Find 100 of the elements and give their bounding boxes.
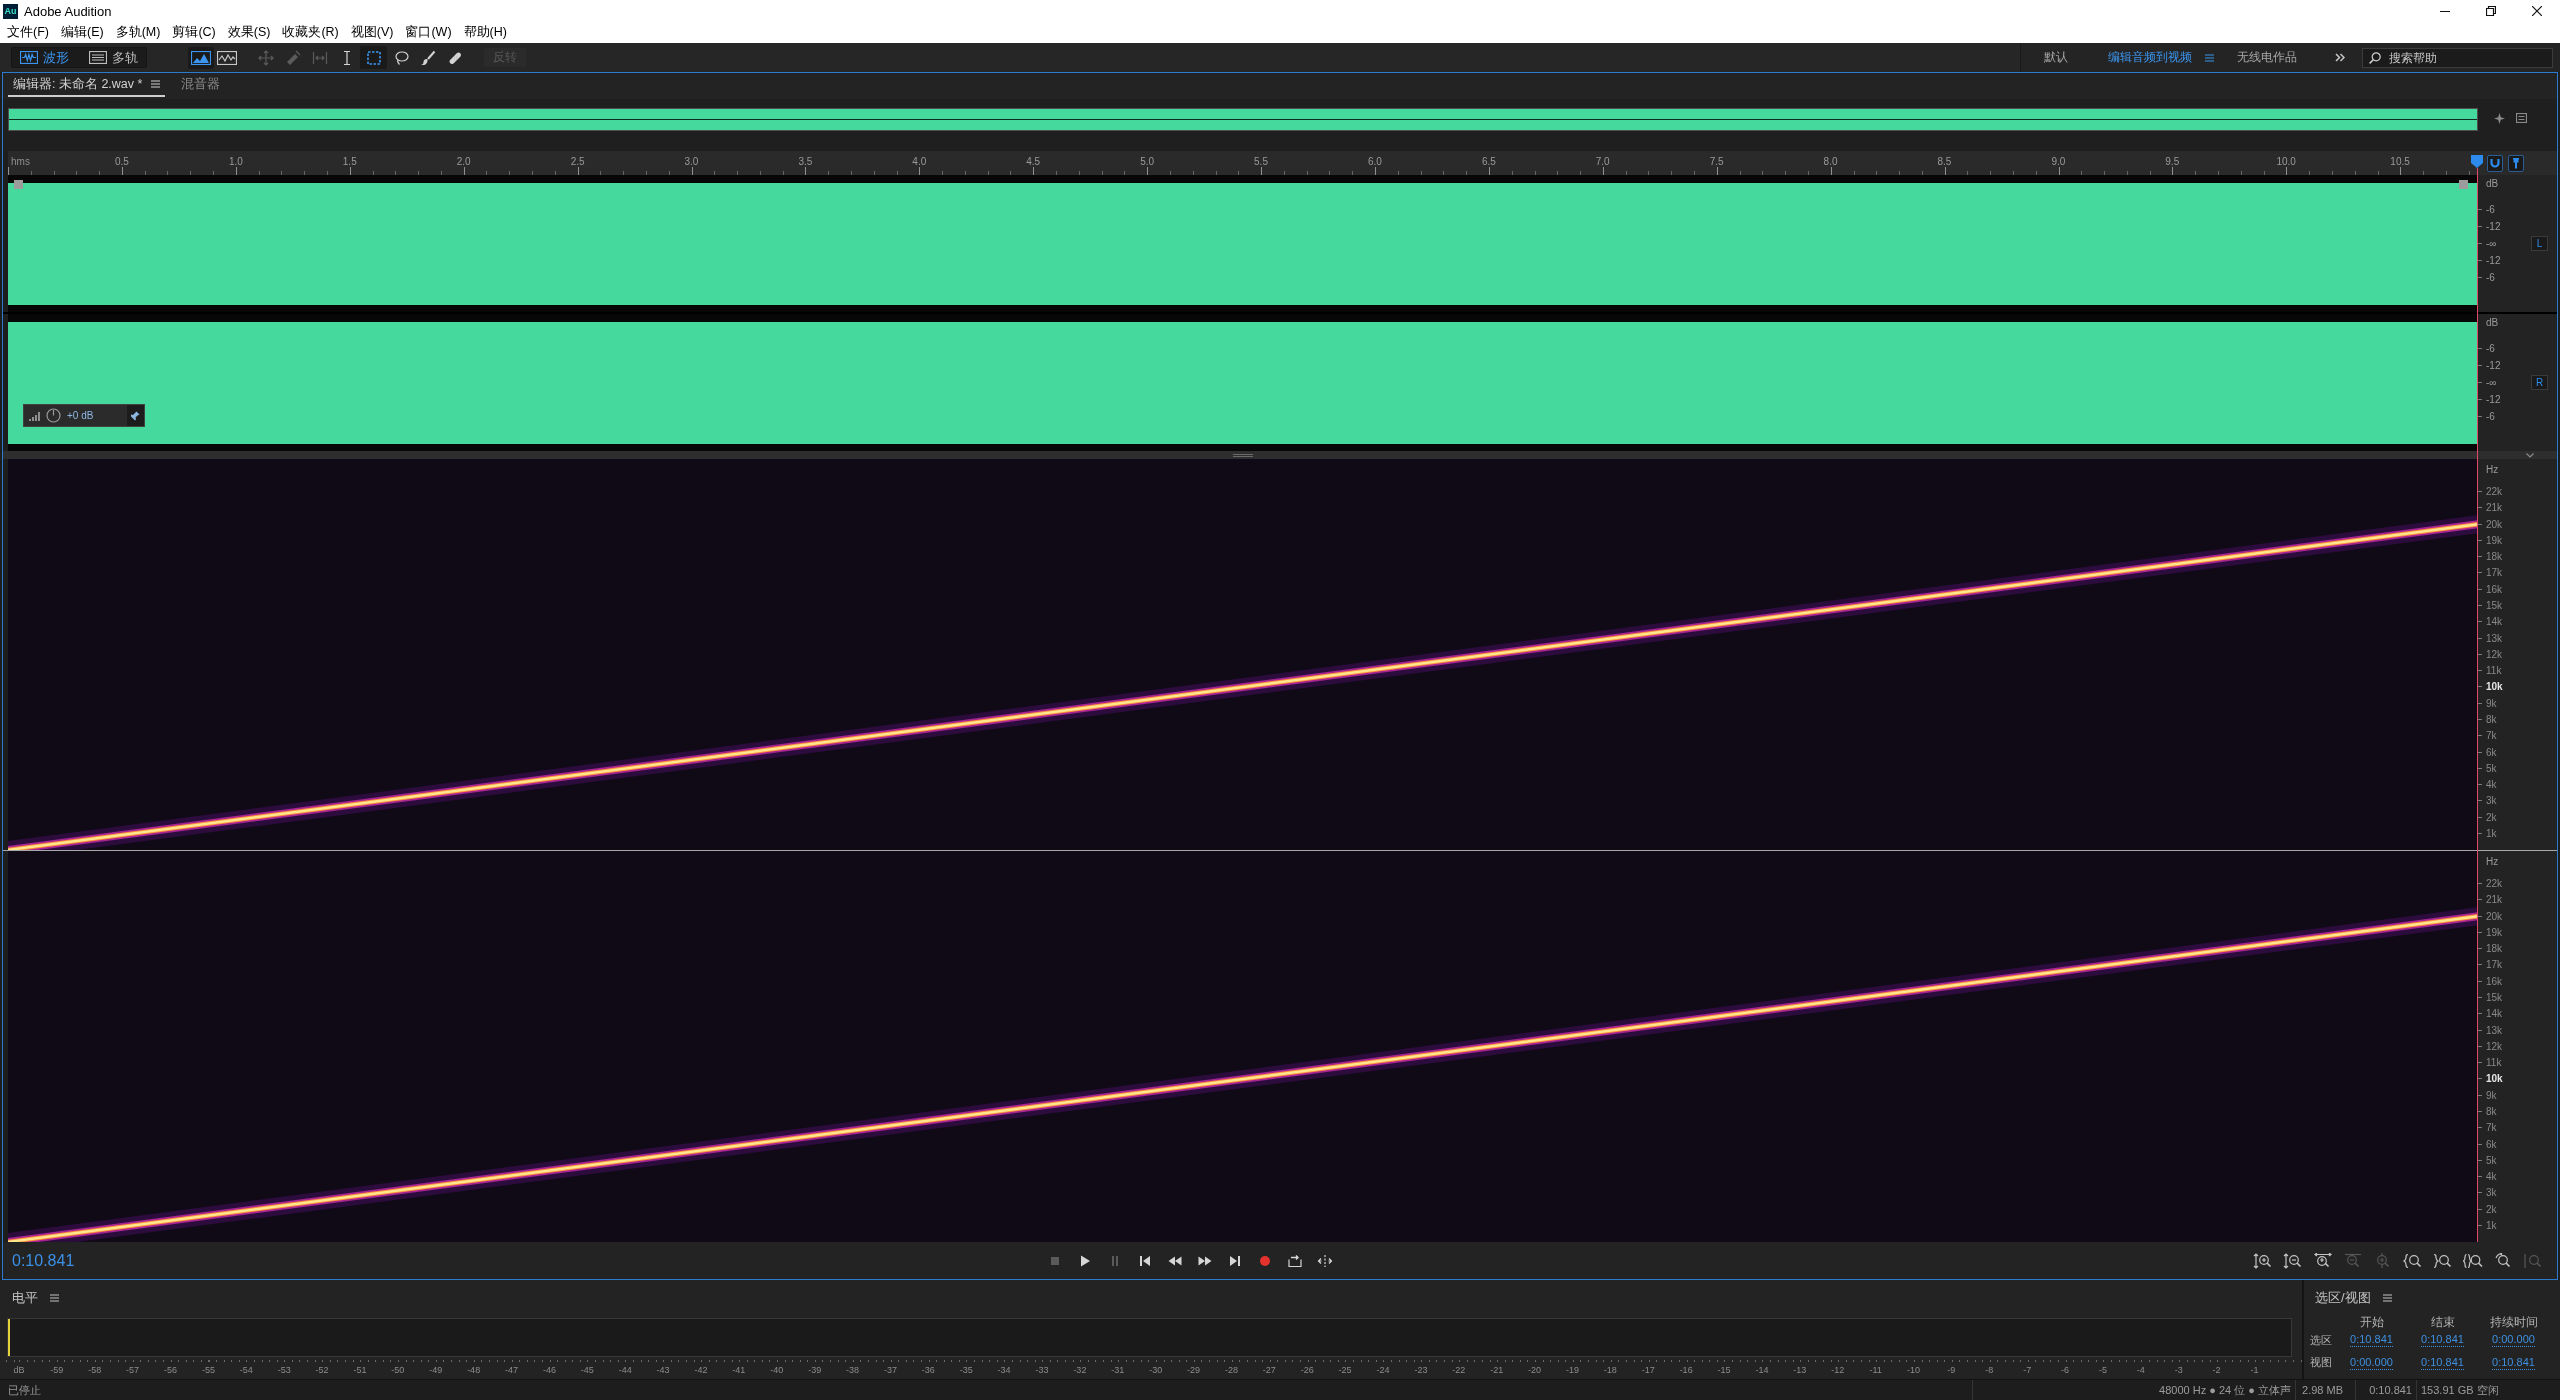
frequency-label: 5k	[2478, 760, 2557, 777]
frequency-label: 21k	[2478, 499, 2557, 516]
db-label: -6	[2478, 269, 2531, 287]
move-arrows-icon	[257, 49, 274, 66]
menu-icon	[2205, 53, 2214, 62]
time-label: 2.5	[569, 155, 586, 167]
workspace-tab[interactable]: 编辑音频到视频	[2088, 46, 2212, 69]
frequency-label: 6k	[2478, 743, 2557, 761]
tracks-icon	[89, 51, 107, 64]
menu-item[interactable]: 效果(S)	[221, 24, 277, 41]
brush-icon	[419, 49, 436, 66]
workspace-tab[interactable]: 默认	[2024, 46, 2088, 69]
frequency-label: 12k	[2478, 1038, 2557, 1055]
db-label: -12	[2478, 252, 2531, 270]
workspace-tab[interactable]: 无线电作品	[2217, 46, 2317, 69]
search-field[interactable]: 搜索帮助	[2362, 47, 2553, 68]
file-size: 2.98 MB	[2302, 1384, 2343, 1396]
level-scale-label: -32	[1072, 1364, 1088, 1376]
menu-item[interactable]: 视图(V)	[344, 24, 400, 41]
pin-button[interactable]	[2508, 154, 2524, 172]
level-scale-label: -30	[1148, 1364, 1164, 1376]
level-scale-label: -7	[2022, 1364, 2033, 1376]
magnifier-minus-icon	[2283, 1252, 2303, 1269]
column-header: 持续时间	[2488, 1313, 2539, 1331]
time-value[interactable]: 0:10.841	[2421, 1333, 2464, 1347]
fade-in-handle[interactable]	[14, 180, 23, 189]
level-scale-label: -45	[579, 1364, 595, 1376]
minimize-icon	[2440, 10, 2450, 12]
playhead-handle[interactable]	[2471, 155, 2483, 168]
level-scale-label: -57	[125, 1364, 141, 1376]
frequency-label: 14k	[2478, 1005, 2557, 1022]
time-value[interactable]: 0:00.000	[2492, 1333, 2535, 1347]
level-scale-label: -41	[731, 1364, 747, 1376]
frequency-label: 12k	[2478, 646, 2557, 663]
editor-tab[interactable]: 编辑器: 未命名 2.wav *	[8, 73, 166, 97]
snap-button[interactable]	[2487, 154, 2503, 172]
time-value[interactable]: 0:10.841	[2421, 1355, 2464, 1370]
time-label: 4.5	[1025, 155, 1042, 167]
level-scale-label: -33	[1034, 1364, 1050, 1376]
menu-item[interactable]: 窗口(W)	[399, 24, 458, 41]
level-scale-label: -17	[1640, 1364, 1656, 1376]
fade-out-handle[interactable]	[2459, 180, 2468, 189]
close-icon	[2532, 6, 2542, 16]
frequency-label: 21k	[2478, 891, 2557, 908]
menu-item[interactable]: 多轨(M)	[109, 24, 167, 41]
level-scale-label: -29	[1186, 1364, 1202, 1376]
db-label: -12	[2478, 356, 2531, 374]
menu-item[interactable]: 帮助(H)	[457, 24, 513, 41]
pin-icon	[2512, 157, 2520, 169]
magnifier-plus-icon	[2313, 1252, 2333, 1269]
menu-item[interactable]: 编辑(E)	[54, 24, 110, 41]
resize-handle[interactable]	[1233, 453, 1253, 457]
time-label: 8.5	[1936, 155, 1953, 167]
db-label: -12	[2478, 217, 2531, 235]
duration: 0:10.841	[2369, 1384, 2412, 1396]
overview-waveform[interactable]	[8, 108, 2478, 131]
restore-icon	[2486, 6, 2496, 16]
menu-item[interactable]: 文件(F)	[1, 24, 55, 41]
pin-button[interactable]	[127, 405, 144, 426]
marquee-tool-button[interactable]	[360, 46, 387, 69]
frequency-label: 7k	[2478, 1119, 2557, 1136]
frequency-label: 17k	[2478, 956, 2557, 974]
channel-badge[interactable]: L	[2531, 236, 2548, 251]
frequency-label: 5k	[2478, 1152, 2557, 1169]
frequency-label: 1k	[2478, 1217, 2557, 1234]
menu-icon	[2382, 1294, 2392, 1302]
time-label: 3.0	[683, 155, 700, 167]
frequency-label: 17k	[2478, 564, 2557, 582]
level-scale-label: -13	[1792, 1364, 1808, 1376]
channel-badge[interactable]: R	[2531, 375, 2548, 390]
frequency-label: 19k	[2478, 532, 2557, 549]
mode-tab[interactable]: 波形	[14, 48, 75, 67]
time-label: 0.5	[114, 155, 130, 167]
frequency-label: 7k	[2478, 727, 2557, 744]
mode-tab[interactable]: 多轨	[83, 48, 144, 67]
time-value[interactable]: 0:10.841	[2350, 1333, 2393, 1347]
time-value[interactable]: 0:10.841	[2492, 1355, 2535, 1370]
spectral-frequency-button[interactable]	[188, 46, 214, 69]
current-time: 0:10.841	[12, 1251, 75, 1270]
time-value[interactable]: 0:00.000	[2350, 1355, 2393, 1370]
level-scale-label: -56	[163, 1364, 178, 1376]
level-scale-label: -54	[238, 1364, 254, 1376]
frequency-label: 9k	[2478, 1087, 2557, 1104]
level-scale-label: -22	[1451, 1364, 1467, 1376]
panel-title: 电平	[12, 1289, 38, 1307]
level-scale-label: -51	[352, 1364, 368, 1376]
row-label: 选区	[2310, 1332, 2333, 1348]
app-logo: Au	[3, 3, 18, 19]
level-scale-label: -18	[1602, 1364, 1618, 1376]
editor-tab[interactable]: 混音器	[176, 73, 226, 97]
level-scale-label: -20	[1527, 1364, 1543, 1376]
frequency-label: 10k	[2478, 1070, 2557, 1088]
db-label: -∞	[2478, 373, 2531, 392]
menu-item[interactable]: 剪辑(C)	[166, 24, 222, 41]
time-ruler[interactable]: hms 0.5 1.0 1.5 2.0 2.5 3.0 3.5 4.0 4.5 5.0 5.5 6.0 6.5 7.0 7.5 8.0 8.5 9.0 9.5 10.0 10.5	[8, 151, 2478, 175]
menu-item[interactable]: 收藏夹(R)	[276, 24, 345, 41]
more-workspaces-button[interactable]	[2335, 53, 2345, 62]
gain-value[interactable]: +0 dB	[67, 410, 105, 421]
unit-label: dB	[2485, 316, 2500, 330]
unit-label: Hz	[2485, 463, 2500, 477]
